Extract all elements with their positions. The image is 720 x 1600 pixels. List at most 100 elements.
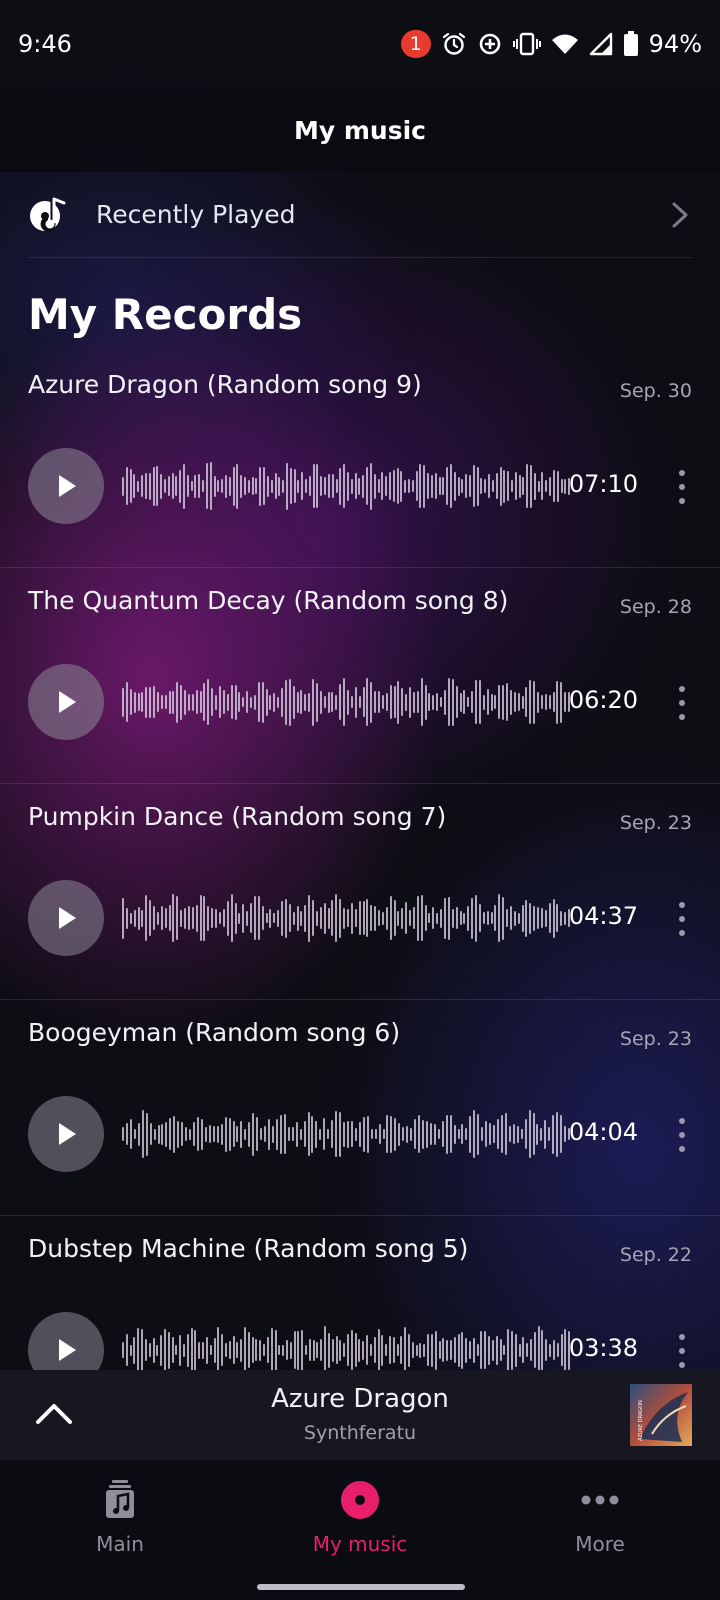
nav-item-my-music[interactable]: My music [240, 1478, 480, 1556]
waveform-bar [366, 1115, 369, 1153]
more-options-button[interactable] [672, 902, 692, 936]
waveform-bar [500, 1115, 503, 1153]
waveform-bar [133, 1336, 136, 1364]
album-art[interactable]: AZURE DRAGON [630, 1384, 692, 1446]
waveform-bar [296, 691, 299, 713]
waveform-bar [323, 696, 326, 708]
waveform-bar [541, 472, 544, 500]
waveform-bar [541, 1330, 544, 1370]
waveform-bar [335, 1336, 338, 1364]
waveform-bar [153, 686, 156, 718]
play-button[interactable] [28, 664, 104, 740]
waveform-bar [517, 693, 520, 711]
record-item[interactable]: Dubstep Machine (Random song 5) Sep. 22 … [0, 1216, 720, 1370]
waveform-bar [319, 907, 322, 929]
waveform[interactable] [122, 1110, 572, 1158]
waveform[interactable] [122, 678, 572, 726]
waveform-bar [552, 1340, 555, 1360]
waveform-bar [409, 686, 412, 718]
waveform-bar [266, 475, 269, 497]
waveform-bar [350, 478, 353, 494]
waveform-bar [171, 1337, 174, 1363]
waveform-bar [354, 1127, 357, 1141]
waveform-bar [530, 464, 533, 508]
signal-icon [589, 32, 612, 56]
waveform-bar [194, 1329, 197, 1370]
waveform-bar [459, 692, 462, 712]
waveform-bar [305, 479, 308, 493]
waveform-bar [217, 1327, 220, 1370]
waveform-bar [564, 1126, 567, 1142]
record-date: Sep. 23 [619, 812, 692, 834]
waveform-bar [533, 905, 536, 931]
waveform-bar [401, 907, 404, 929]
waveform-bar [304, 693, 307, 711]
waveform-bar [129, 689, 132, 715]
records-list[interactable]: Azure Dragon (Random song 9) Sep. 30 07:… [0, 352, 720, 1370]
more-options-button[interactable] [672, 686, 692, 720]
waveform-bar [299, 1128, 302, 1140]
waveform-bar [248, 1121, 251, 1147]
waveform-bar [129, 1119, 132, 1149]
recently-played-row[interactable]: Recently Played [28, 172, 692, 258]
waveform-bar [472, 1337, 475, 1363]
nav-item-more[interactable]: More [480, 1478, 720, 1556]
waveform-bar [438, 477, 441, 495]
waveform-bar [209, 462, 212, 510]
data-saver-icon [479, 33, 500, 55]
waveform-bar [339, 898, 342, 938]
waveform-bar [526, 464, 529, 508]
waveform[interactable] [122, 894, 572, 942]
waveform-bar [240, 1120, 243, 1148]
waveform-bar [556, 1111, 559, 1157]
record-item[interactable]: Pumpkin Dance (Random song 7) Sep. 23 04… [0, 784, 720, 1000]
mini-player[interactable]: Azure Dragon Synthferatu AZURE DRAGON [0, 1370, 720, 1460]
waveform-bar [514, 472, 517, 500]
waveform-bar [438, 1341, 441, 1359]
record-item[interactable]: Azure Dragon (Random song 9) Sep. 30 07:… [0, 352, 720, 568]
play-button[interactable] [28, 880, 104, 956]
record-date: Sep. 22 [619, 1244, 692, 1266]
more-horizontal-icon [581, 1495, 619, 1505]
waveform-bar [476, 466, 479, 506]
more-options-button[interactable] [672, 1334, 692, 1368]
more-options-button[interactable] [672, 1118, 692, 1152]
waveform-bar [507, 1329, 510, 1370]
waveform-bar [499, 1339, 502, 1361]
waveform-bar [428, 913, 431, 923]
waveform-bar [394, 1117, 397, 1151]
waveform-bar [141, 1328, 144, 1370]
waveform-bar [347, 1334, 349, 1366]
record-item[interactable]: Boogeyman (Random song 6) Sep. 23 04:04 [0, 1000, 720, 1216]
waveform-bar [211, 908, 214, 928]
record-duration: 03:38 [568, 1334, 638, 1362]
play-icon [59, 1339, 76, 1361]
play-button[interactable] [28, 1096, 104, 1172]
waveform-bar [510, 480, 513, 492]
waveform-bar [427, 1334, 430, 1366]
waveform[interactable] [122, 1326, 572, 1370]
waveform-bar [172, 894, 175, 942]
waveform-bar [545, 1339, 548, 1361]
home-indicator[interactable] [257, 1584, 465, 1590]
waveform-bar [129, 469, 132, 503]
waveform-bar [246, 910, 249, 926]
waveform-bar [393, 900, 396, 936]
record-item[interactable]: The Quantum Decay (Random song 8) Sep. 2… [0, 568, 720, 784]
nav-item-main[interactable]: Main [0, 1478, 240, 1556]
play-button[interactable] [28, 1312, 104, 1370]
waveform-bar [388, 1336, 391, 1364]
record-duration: 07:10 [568, 470, 638, 498]
waveform-bar [486, 911, 489, 925]
waveform-bar [256, 1117, 259, 1151]
more-options-button[interactable] [672, 470, 692, 504]
waveform-bar [277, 909, 280, 927]
waveform-bar [486, 689, 489, 715]
play-button[interactable] [28, 448, 104, 524]
waveform-bar [199, 691, 202, 713]
waveform-bar [315, 682, 318, 722]
waveform-bar [172, 690, 175, 714]
waveform[interactable] [122, 462, 572, 510]
waveform-bar [411, 1342, 414, 1358]
waveform-bar [471, 691, 474, 713]
